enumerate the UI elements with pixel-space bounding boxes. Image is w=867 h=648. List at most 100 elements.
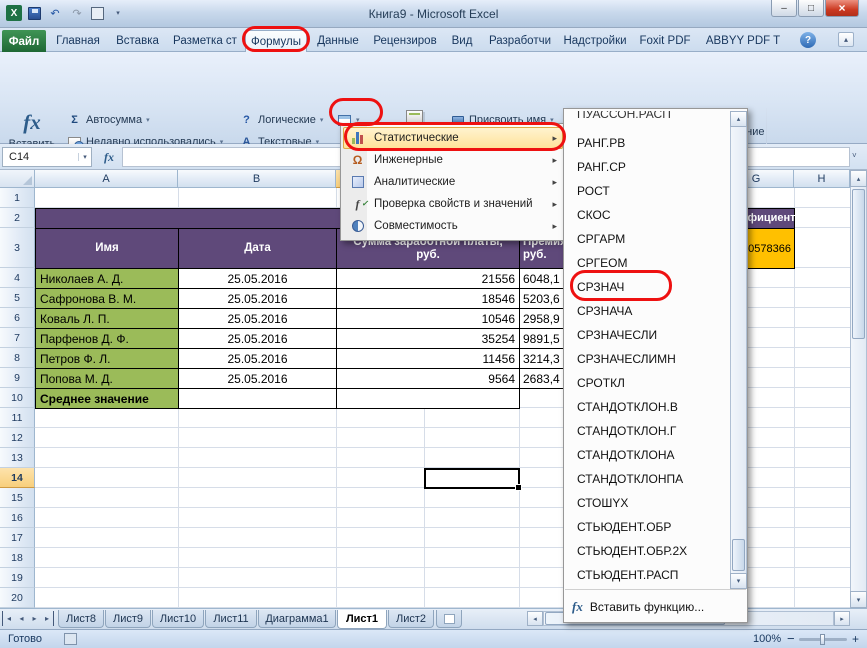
row-header-2[interactable]: 2 (0, 208, 35, 228)
tab-data[interactable]: Данные (310, 30, 366, 52)
row-header-9[interactable]: 9 (0, 368, 35, 388)
submenu-item[interactable]: РАНГ.РВ (564, 131, 730, 155)
zoom-out-icon[interactable]: − (787, 631, 795, 646)
cell-empty[interactable] (336, 388, 520, 409)
submenu-item[interactable]: СРЗНАЧА (564, 299, 730, 323)
row-header-15[interactable]: 15 (0, 488, 35, 508)
tab-file[interactable]: Файл (2, 30, 46, 53)
cell-name[interactable]: Попова М. Д. (35, 368, 179, 389)
select-all-corner[interactable] (0, 170, 35, 188)
submenu-item[interactable]: СТОШYX (564, 491, 730, 515)
submenu-item-clipped[interactable]: ПУАССОН.РАСП (564, 111, 730, 131)
row-header-18[interactable]: 18 (0, 548, 35, 568)
close-icon[interactable]: × (825, 0, 859, 17)
insert-worksheet-icon[interactable] (436, 610, 462, 628)
menu-item-analytical[interactable]: Аналитические ▸ (343, 171, 563, 193)
submenu-item[interactable]: СТАНДОТКЛОН.Г (564, 419, 730, 443)
tab-formulas[interactable]: Формулы (245, 30, 307, 53)
row-header-4[interactable]: 4 (0, 268, 35, 288)
row-header-17[interactable]: 17 (0, 528, 35, 548)
expand-formula-bar-icon[interactable]: ˅ (852, 151, 857, 160)
tab-foxit-pdf[interactable]: Foxit PDF (633, 30, 697, 52)
menu-item-statistical[interactable]: Статистические ▸ (343, 127, 563, 149)
sheet-tab-list11[interactable]: Лист11 (205, 610, 257, 628)
row-header-8[interactable]: 8 (0, 348, 35, 368)
cell-name[interactable]: Коваль Л. П. (35, 308, 179, 329)
menu-item-compatibility[interactable]: Совместимость ▸ (343, 215, 563, 237)
insert-function-fx-button[interactable]: fx (98, 147, 120, 167)
row-header-20[interactable]: 20 (0, 588, 35, 608)
table-header-name[interactable]: Имя (35, 228, 179, 269)
cell-name[interactable]: Сафронова В. М. (35, 288, 179, 309)
submenu-item[interactable]: СТЬЮДЕНТ.ОБР (564, 515, 730, 539)
name-box-dropdown-icon[interactable]: ▾ (78, 153, 91, 161)
insert-function-menu-item[interactable]: Вставить функцию... (564, 592, 747, 622)
sheet-tab-list10[interactable]: Лист10 (152, 610, 204, 628)
submenu-item[interactable]: СТАНДОТКЛОН.В (564, 395, 730, 419)
tab-insert[interactable]: Вставка (110, 30, 165, 52)
prev-sheet-icon[interactable]: ◂ (15, 611, 28, 626)
row-header-11[interactable]: 11 (0, 408, 35, 428)
row-header-13[interactable]: 13 (0, 448, 35, 468)
column-header-a[interactable]: A (35, 170, 178, 188)
tab-home[interactable]: Главная (49, 30, 107, 52)
submenu-item[interactable]: СРГЕОМ (564, 251, 730, 275)
selected-cell-c14[interactable] (424, 468, 520, 489)
row-header-1[interactable]: 1 (0, 188, 35, 208)
zoom-level[interactable]: 100% (753, 633, 781, 645)
row-header-10[interactable]: 10 (0, 388, 35, 408)
cell-average-label[interactable]: Среднее значение (35, 388, 179, 409)
submenu-item[interactable]: РОСТ (564, 179, 730, 203)
cell-name[interactable]: Парфенов Д. Ф. (35, 328, 179, 349)
row-header-14[interactable]: 14 (0, 468, 35, 488)
submenu-item[interactable]: СРОТКЛ (564, 371, 730, 395)
cell-date[interactable]: 25.05.2016 (178, 328, 337, 349)
submenu-scrollbar[interactable] (730, 111, 747, 589)
logical-button[interactable]: ? Логические▾ (236, 110, 331, 130)
cell-salary[interactable]: 10546 (336, 308, 520, 329)
submenu-item[interactable]: СТАНДОТКЛОНА (564, 443, 730, 467)
submenu-scroll-down-icon[interactable]: ▾ (730, 573, 747, 589)
row-header-6[interactable]: 6 (0, 308, 35, 328)
next-sheet-icon[interactable]: ▸ (28, 611, 41, 626)
zoom-in-icon[interactable]: + (852, 632, 859, 646)
cell-salary[interactable]: 35254 (336, 328, 520, 349)
hscroll-right-icon[interactable]: ▸ (834, 611, 850, 626)
submenu-scroll-up-icon[interactable]: ▴ (730, 111, 747, 127)
column-header-h[interactable]: H (794, 170, 850, 188)
sheet-tab-list8[interactable]: Лист8 (58, 610, 104, 628)
scroll-down-icon[interactable]: ▾ (850, 591, 867, 608)
submenu-item[interactable]: СРЗНАЧЕСЛИМН (564, 347, 730, 371)
submenu-item[interactable]: СТАНДОТКЛОНПА (564, 467, 730, 491)
sheet-tab-list9[interactable]: Лист9 (105, 610, 151, 628)
cell-empty[interactable] (178, 388, 337, 409)
cell-salary[interactable]: 21556 (336, 268, 520, 289)
cell-salary[interactable]: 9564 (336, 368, 520, 389)
column-header-b[interactable]: B (178, 170, 336, 188)
row-header-3[interactable]: 3 (0, 228, 35, 268)
cell-date[interactable]: 25.05.2016 (178, 308, 337, 329)
name-box[interactable]: C14 ▾ (2, 147, 92, 167)
submenu-scroll-thumb[interactable] (732, 539, 745, 571)
collapse-ribbon-icon[interactable]: ▴ (838, 32, 854, 47)
cell-salary[interactable]: 11456 (336, 348, 520, 369)
submenu-item[interactable]: СРГАРМ (564, 227, 730, 251)
sheet-tab-list1[interactable]: Лист1 (337, 610, 387, 629)
table-header-date[interactable]: Дата (178, 228, 337, 269)
submenu-item[interactable]: СРЗНАЧЕСЛИ (564, 323, 730, 347)
menu-item-engineering[interactable]: Инженерные ▸ (343, 149, 563, 171)
sheet-tab-list2[interactable]: Лист2 (388, 610, 434, 628)
cell-salary[interactable]: 18546 (336, 288, 520, 309)
cell-name[interactable]: Петров Ф. Л. (35, 348, 179, 369)
tab-abbyy-pdf[interactable]: ABBYY PDF T (700, 30, 786, 52)
submenu-item[interactable]: РАНГ.СР (564, 155, 730, 179)
row-header-16[interactable]: 16 (0, 508, 35, 528)
last-sheet-icon[interactable]: ▸ (41, 611, 54, 626)
row-header-5[interactable]: 5 (0, 288, 35, 308)
vertical-scroll-thumb[interactable] (852, 189, 865, 339)
restore-icon[interactable]: □ (798, 0, 824, 17)
tab-view[interactable]: Вид (444, 30, 480, 52)
menu-item-information[interactable]: Проверка свойств и значений ▸ (343, 193, 563, 215)
row-header-7[interactable]: 7 (0, 328, 35, 348)
first-sheet-icon[interactable]: ◂ (2, 611, 15, 626)
